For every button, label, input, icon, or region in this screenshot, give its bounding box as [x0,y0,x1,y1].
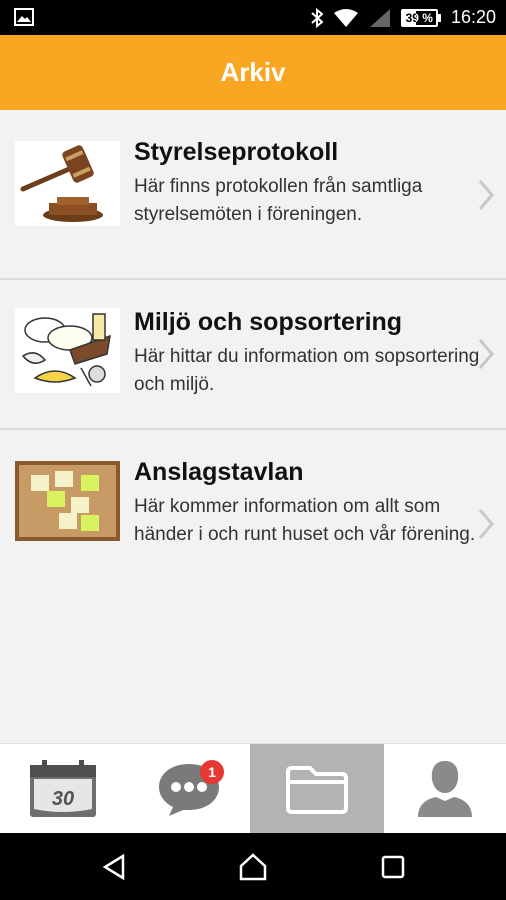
bottom-tab-bar: 30 1 [0,743,506,834]
garbage-image [15,308,120,393]
tab-archive[interactable] [250,744,384,834]
home-button[interactable] [213,833,293,900]
signal-icon [369,8,390,27]
chevron-right-icon [478,180,494,210]
wifi-icon [333,8,358,27]
chevron-right-icon [478,339,494,369]
clock: 16:20 [450,7,496,27]
list-item-miljo[interactable]: Miljö och sopsortering Här hittar du inf… [0,280,506,430]
recents-icon [381,855,405,878]
gavel-image [15,141,120,226]
calendar-day: 30 [52,788,74,810]
list-item-styrelseprotokoll[interactable]: Styrelseprotokoll Här finns protokollen … [0,110,506,280]
battery-level: 39 % [405,10,433,25]
archive-list: Styrelseprotokoll Här finns protokollen … [0,110,506,743]
image-notification-icon [14,8,34,26]
item-description: Här hittar du information om sopsorterin… [134,346,480,395]
recents-button[interactable] [353,833,433,900]
item-title: Anslagstavlan [134,458,304,486]
corkboard-image [15,461,120,541]
back-icon [102,853,125,880]
person-icon [418,761,472,817]
item-title: Miljö och sopsortering [134,308,403,336]
item-description: Här kommer information om allt som hände… [134,496,476,545]
app-bar: Arkiv [0,35,506,110]
tab-profile[interactable] [384,744,506,834]
page-title: Arkiv [220,57,286,87]
item-title: Styrelseprotokoll [134,138,339,166]
list-item-anslagstavlan[interactable]: Anslagstavlan Här kommer information om … [0,430,506,743]
home-icon [239,852,267,880]
tab-messages[interactable]: 1 [126,744,252,834]
system-navigation-bar [0,833,506,900]
battery-icon: 39 % [400,8,441,27]
chevron-right-icon [478,509,494,539]
bluetooth-icon [310,7,323,28]
folder-icon [286,766,348,814]
back-button[interactable] [74,833,154,900]
tab-calendar[interactable]: 30 [0,744,126,834]
status-bar: 39 % 16:20 [0,0,506,35]
item-description: Här finns protokollen från samtliga styr… [134,176,423,225]
unread-badge: 1 [200,760,224,784]
calendar-icon: 30 [30,760,96,817]
